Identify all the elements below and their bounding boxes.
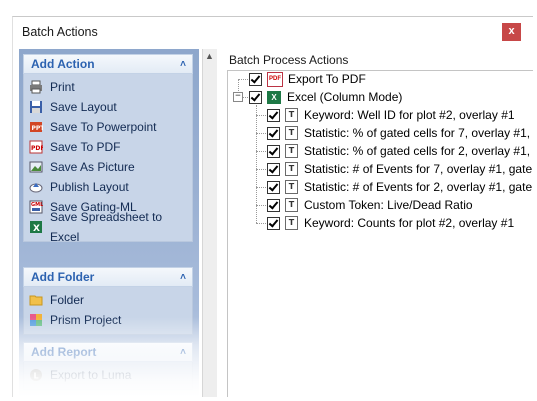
luma-icon: L [29,368,43,382]
node-label: Custom Token: Live/Dead Ratio [304,198,473,212]
collapse-chevron-icon[interactable]: ˄ [180,343,186,362]
tree-node-excel[interactable]: X Excel (Column Mode) [249,88,402,106]
node-checkbox[interactable] [267,180,280,194]
tree-node-child[interactable]: T Custom Token: Live/Dead Ratio [267,196,473,214]
node-checkbox[interactable] [267,126,280,140]
svg-text:X: X [33,224,40,234]
action-label: Save To PDF [50,140,121,154]
excel-icon: X [29,220,43,234]
group-title: Add Report [31,345,97,359]
picture-icon [29,160,43,174]
group-title: Add Action [31,57,95,71]
tree-node-child[interactable]: T Keyword: Counts for plot #2, overlay #… [267,214,514,232]
group-header-add-report[interactable]: Add Report ˄ [23,342,193,362]
node-label: Excel (Column Mode) [287,90,403,104]
pdf-icon: PDF [29,140,44,154]
token-icon: T [285,198,298,212]
save-layout-icon [29,100,43,114]
action-save-picture[interactable]: Save As Picture [24,157,192,177]
pdf-icon: PDF [267,71,283,87]
token-icon: T [285,144,298,158]
token-icon: T [285,108,298,122]
group-title: Add Folder [31,270,95,284]
node-label: Keyword: Counts for plot #2, overlay #1 [304,216,515,230]
action-folder[interactable]: Folder [24,290,192,310]
powerpoint-icon: PPT [29,120,45,134]
actions-palette: Add Action ˄ Print Save Layout PP Save T… [19,49,199,397]
gating-ml-icon: GML [29,200,44,214]
action-publish-layout[interactable]: Publish Layout [24,177,192,197]
action-label: Export to Luma [50,368,132,382]
action-label: Save As Picture [50,160,135,174]
svg-text:PDF: PDF [31,145,43,152]
group-add-report: Add Report ˄ L Export to Luma [23,342,193,390]
action-label: Publish Layout [50,180,129,194]
tree-node-child[interactable]: T Statistic: # of Events for 7, overlay … [267,160,532,178]
group-add-folder: Add Folder ˄ Folder Prism Project [23,267,193,335]
svg-text:L: L [34,372,39,381]
pane-splitter[interactable]: ▲ [202,49,218,397]
tree-node-child[interactable]: T Statistic: % of gated cells for 2, ove… [267,142,530,160]
action-save-pdf[interactable]: PDF Save To PDF [24,137,192,157]
token-icon: T [285,216,298,230]
node-label: Statistic: % of gated cells for 7, overl… [304,126,531,140]
tree-node-child[interactable]: T Statistic: # of Events for 2, overlay … [267,178,532,196]
action-print[interactable]: Print [24,77,192,97]
collapse-chevron-icon[interactable]: ˄ [180,268,186,287]
scroll-up-arrow-icon[interactable]: ▲ [205,51,214,61]
token-icon: T [285,126,298,140]
tree-node-child[interactable]: T Keyword: Well ID for plot #2, overlay … [267,106,515,124]
node-label: Keyword: Well ID for plot #2, overlay #1 [304,108,515,122]
action-export-luma[interactable]: L Export to Luma [24,365,192,385]
node-label: Export To PDF [288,72,366,86]
excel-icon: X [267,90,281,104]
action-label: Save Spreadsheet to Excel [50,210,163,244]
action-save-layout[interactable]: Save Layout [24,97,192,117]
node-label: Statistic: # of Events for 2, overlay #1… [304,180,533,194]
node-checkbox[interactable] [267,144,280,158]
token-icon: T [285,180,298,194]
action-save-powerpoint[interactable]: PPT Save To Powerpoint [24,117,192,137]
node-label: Statistic: # of Events for 7, overlay #1… [304,162,533,176]
prism-icon [29,313,43,327]
node-checkbox[interactable] [249,90,262,104]
close-button[interactable]: x [502,23,521,41]
svg-text:GML: GML [31,202,43,208]
panel-header: Batch Process Actions [229,53,349,67]
title-bar: Batch Actions x [13,17,533,47]
actions-tree[interactable]: PDF Export To PDF − X Excel (Column Mode… [227,70,533,397]
svg-text:PPT: PPT [32,125,44,132]
batch-process-panel: Batch Process Actions PDF Export To PDF … [217,49,533,397]
node-checkbox[interactable] [267,216,280,230]
group-header-add-folder[interactable]: Add Folder ˄ [23,267,193,287]
action-save-excel[interactable]: X Save Spreadsheet to Excel [24,210,192,244]
node-checkbox[interactable] [267,108,280,122]
publish-cloud-icon [29,180,43,194]
batch-actions-window: Batch Actions x Add Action ˄ Print Save … [12,16,533,397]
node-label: Statistic: % of gated cells for 2, overl… [304,144,531,158]
node-checkbox[interactable] [249,72,262,86]
token-icon: T [285,162,298,176]
print-icon [29,80,43,94]
node-checkbox[interactable] [267,198,280,212]
tree-node-export-pdf[interactable]: PDF Export To PDF [249,71,366,88]
collapse-toggle-icon[interactable]: − [233,92,243,102]
folder-icon [29,293,43,307]
action-label: Save Layout [50,100,117,114]
node-checkbox[interactable] [267,162,280,176]
action-label: Prism Project [50,313,122,327]
action-label: Folder [50,293,85,307]
group-add-action: Add Action ˄ Print Save Layout PP Save T… [23,54,193,244]
collapse-chevron-icon[interactable]: ˄ [180,55,186,74]
group-header-add-action[interactable]: Add Action ˄ [23,54,193,74]
window-title: Batch Actions [22,25,98,39]
action-label: Save To Powerpoint [50,120,157,134]
action-prism-project[interactable]: Prism Project [24,310,192,330]
action-label: Print [50,80,75,94]
tree-node-child[interactable]: T Statistic: % of gated cells for 7, ove… [267,124,530,142]
